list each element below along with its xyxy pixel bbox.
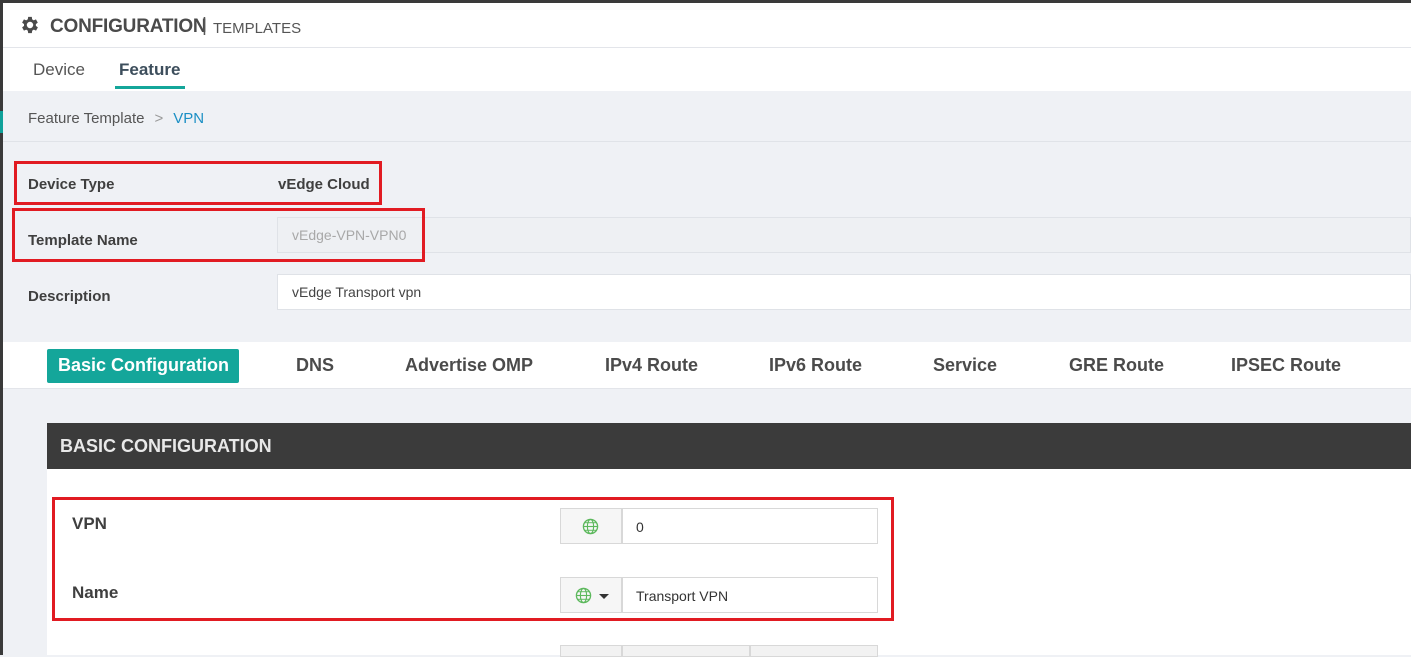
breadcrumb-current: VPN	[173, 110, 205, 127]
breadcrumb-accent	[0, 111, 3, 133]
basic-configuration-title: BASIC CONFIGURATION	[60, 436, 272, 456]
subtab-dns[interactable]: DNS	[296, 355, 334, 376]
next-row-toggle-right[interactable]	[750, 645, 878, 657]
page-header: CONFIGURATION | TEMPLATES	[3, 3, 1411, 48]
template-tabs: Device Feature	[3, 48, 1411, 91]
gear-icon	[22, 16, 38, 34]
highlight-template-name	[12, 208, 425, 262]
active-tab-indicator	[115, 86, 185, 89]
feature-section-tabs: Basic Configuration DNS Advertise OMP IP…	[3, 342, 1411, 389]
template-name-field[interactable]: vEdge-VPN-VPN0	[277, 217, 1411, 253]
subtab-ipv6-route[interactable]: IPv6 Route	[769, 355, 862, 376]
subtab-service[interactable]: Service	[933, 355, 997, 376]
subtab-ipsec-route[interactable]: IPSEC Route	[1231, 355, 1341, 376]
basic-configuration-header[interactable]: BASIC CONFIGURATION	[47, 423, 1411, 469]
title-separator: |	[202, 15, 207, 36]
subtab-ipv4-route[interactable]: IPv4 Route	[605, 355, 698, 376]
breadcrumb-feature-template[interactable]: Feature Template	[28, 110, 144, 127]
breadcrumb-separator: >	[154, 110, 164, 127]
next-row-scope-button[interactable]	[560, 645, 622, 657]
next-row-toggle-left[interactable]	[622, 645, 750, 657]
window-left-border	[0, 0, 3, 655]
page-title: CONFIGURATION	[50, 16, 207, 37]
description-field[interactable]: vEdge Transport vpn	[277, 274, 1411, 310]
subtab-gre-route[interactable]: GRE Route	[1069, 355, 1164, 376]
tab-feature[interactable]: Feature	[119, 60, 180, 80]
section-divider	[3, 141, 1411, 142]
subtab-advertise-omp[interactable]: Advertise OMP	[405, 355, 533, 376]
highlight-vpn-name	[52, 497, 894, 621]
breadcrumb: Feature Template > VPN	[28, 110, 204, 127]
description-label: Description	[28, 288, 111, 305]
highlight-device-type	[14, 161, 382, 205]
subtab-basic-configuration[interactable]: Basic Configuration	[47, 349, 240, 383]
tab-device[interactable]: Device	[33, 60, 85, 80]
page-subtitle: TEMPLATES	[213, 20, 302, 37]
